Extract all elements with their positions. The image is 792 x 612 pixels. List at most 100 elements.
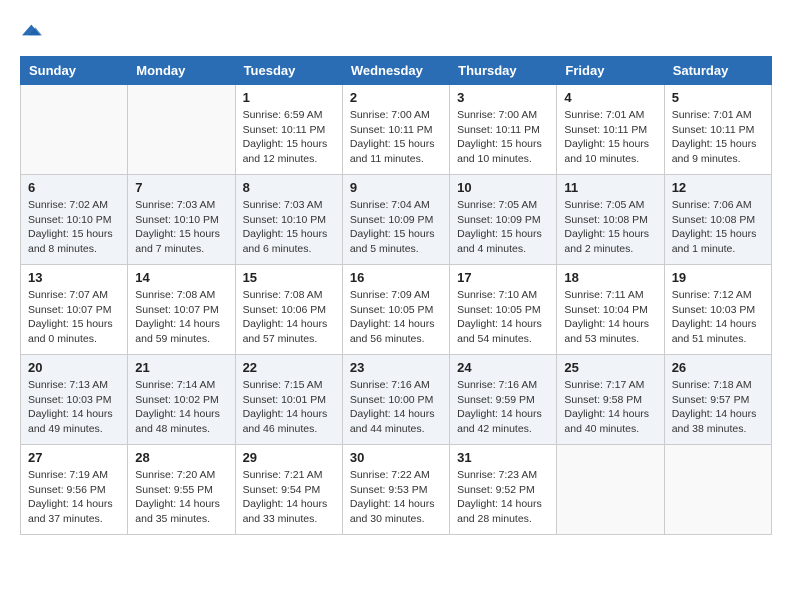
calendar-week-row: 27 Sunrise: 7:19 AM Sunset: 9:56 PM Dayli… (21, 445, 772, 535)
day-header-tuesday: Tuesday (235, 57, 342, 85)
calendar-cell: 21Sunrise: 7:14 AM Sunset: 10:02 PM Dayl… (128, 355, 235, 445)
day-number: 18 (564, 270, 656, 285)
calendar-cell: 10 Sunrise: 7:05 AM Sunset: 10:09 PM Dayl… (450, 175, 557, 265)
calendar-cell: 26 Sunrise: 7:18 AM Sunset: 9:57 PM Dayli… (664, 355, 771, 445)
calendar-cell: 25Sunrise: 7:17 AM Sunset: 9:58 PM Dayli… (557, 355, 664, 445)
calendar-cell: 11 Sunrise: 7:05 AM Sunset: 10:08 PM Dayl… (557, 175, 664, 265)
calendar-cell: 4 Sunrise: 7:01 AM Sunset: 10:11 PM Dayli… (557, 85, 664, 175)
day-info: Sunrise: 7:06 AM Sunset: 10:08 PM Daylig… (672, 198, 764, 257)
day-number: 30 (350, 450, 442, 465)
day-header-wednesday: Wednesday (342, 57, 449, 85)
day-info: Sunrise: 7:22 AM Sunset: 9:53 PM Dayligh… (350, 468, 442, 527)
calendar-week-row: 20Sunrise: 7:13 AM Sunset: 10:03 PM Dayl… (21, 355, 772, 445)
day-number: 26 (672, 360, 764, 375)
calendar-week-row: 13Sunrise: 7:07 AM Sunset: 10:07 PM Dayl… (21, 265, 772, 355)
day-info: Sunrise: 7:03 AM Sunset: 10:10 PM Daylig… (243, 198, 335, 257)
day-info: Sunrise: 7:01 AM Sunset: 10:11 PM Daylig… (564, 108, 656, 167)
day-info: Sunrise: 7:13 AM Sunset: 10:03 PM Daylig… (28, 378, 120, 437)
calendar-cell: 19 Sunrise: 7:12 AM Sunset: 10:03 PM Dayl… (664, 265, 771, 355)
day-info: Sunrise: 7:07 AM Sunset: 10:07 PM Daylig… (28, 288, 120, 347)
calendar-week-row: 6 Sunrise: 7:02 AM Sunset: 10:10 PM Dayli… (21, 175, 772, 265)
day-number: 12 (672, 180, 764, 195)
day-info: Sunrise: 7:08 AM Sunset: 10:06 PM Daylig… (243, 288, 335, 347)
day-number: 24 (457, 360, 549, 375)
day-info: Sunrise: 7:16 AM Sunset: 9:59 PM Dayligh… (457, 378, 549, 437)
calendar-cell: 7 Sunrise: 7:03 AM Sunset: 10:10 PM Dayli… (128, 175, 235, 265)
logo-icon (22, 20, 42, 40)
day-number: 16 (350, 270, 442, 285)
calendar-cell: 22 Sunrise: 7:15 AM Sunset: 10:01 PM Dayl… (235, 355, 342, 445)
day-number: 17 (457, 270, 549, 285)
day-info: Sunrise: 7:03 AM Sunset: 10:10 PM Daylig… (135, 198, 227, 257)
day-header-thursday: Thursday (450, 57, 557, 85)
day-info: Sunrise: 7:12 AM Sunset: 10:03 PM Daylig… (672, 288, 764, 347)
logo (20, 20, 42, 40)
day-info: Sunrise: 7:08 AM Sunset: 10:07 PM Daylig… (135, 288, 227, 347)
calendar-cell: 24 Sunrise: 7:16 AM Sunset: 9:59 PM Dayli… (450, 355, 557, 445)
calendar-cell: 17 Sunrise: 7:10 AM Sunset: 10:05 PM Dayl… (450, 265, 557, 355)
calendar-cell: 28 Sunrise: 7:20 AM Sunset: 9:55 PM Dayli… (128, 445, 235, 535)
day-info: Sunrise: 7:19 AM Sunset: 9:56 PM Dayligh… (28, 468, 120, 527)
calendar-cell: 3Sunrise: 7:00 AM Sunset: 10:11 PM Dayli… (450, 85, 557, 175)
day-number: 27 (28, 450, 120, 465)
day-number: 22 (243, 360, 335, 375)
day-header-sunday: Sunday (21, 57, 128, 85)
calendar-cell: 6 Sunrise: 7:02 AM Sunset: 10:10 PM Dayli… (21, 175, 128, 265)
day-number: 9 (350, 180, 442, 195)
day-info: Sunrise: 7:10 AM Sunset: 10:05 PM Daylig… (457, 288, 549, 347)
day-number: 5 (672, 90, 764, 105)
calendar-week-row: 1 Sunrise: 6:59 AM Sunset: 10:11 PM Dayli… (21, 85, 772, 175)
calendar-cell (557, 445, 664, 535)
day-number: 7 (135, 180, 227, 195)
day-header-friday: Friday (557, 57, 664, 85)
day-header-monday: Monday (128, 57, 235, 85)
day-number: 23 (350, 360, 442, 375)
calendar-cell: 5 Sunrise: 7:01 AM Sunset: 10:11 PM Dayli… (664, 85, 771, 175)
calendar-cell: 23 Sunrise: 7:16 AM Sunset: 10:00 PM Dayl… (342, 355, 449, 445)
day-number: 8 (243, 180, 335, 195)
day-info: Sunrise: 7:04 AM Sunset: 10:09 PM Daylig… (350, 198, 442, 257)
calendar-cell: 31 Sunrise: 7:23 AM Sunset: 9:52 PM Dayli… (450, 445, 557, 535)
day-header-saturday: Saturday (664, 57, 771, 85)
calendar-cell: 14Sunrise: 7:08 AM Sunset: 10:07 PM Dayl… (128, 265, 235, 355)
day-number: 1 (243, 90, 335, 105)
day-info: Sunrise: 7:15 AM Sunset: 10:01 PM Daylig… (243, 378, 335, 437)
calendar-header-row: SundayMondayTuesdayWednesdayThursdayFrid… (21, 57, 772, 85)
day-info: Sunrise: 7:20 AM Sunset: 9:55 PM Dayligh… (135, 468, 227, 527)
calendar-cell: 13Sunrise: 7:07 AM Sunset: 10:07 PM Dayl… (21, 265, 128, 355)
day-number: 29 (243, 450, 335, 465)
day-number: 28 (135, 450, 227, 465)
day-info: Sunrise: 7:05 AM Sunset: 10:08 PM Daylig… (564, 198, 656, 257)
day-info: Sunrise: 7:23 AM Sunset: 9:52 PM Dayligh… (457, 468, 549, 527)
calendar: SundayMondayTuesdayWednesdayThursdayFrid… (20, 56, 772, 535)
calendar-cell: 1 Sunrise: 6:59 AM Sunset: 10:11 PM Dayli… (235, 85, 342, 175)
day-info: Sunrise: 7:17 AM Sunset: 9:58 PM Dayligh… (564, 378, 656, 437)
day-number: 11 (564, 180, 656, 195)
day-info: Sunrise: 7:16 AM Sunset: 10:00 PM Daylig… (350, 378, 442, 437)
day-number: 4 (564, 90, 656, 105)
day-number: 3 (457, 90, 549, 105)
calendar-cell: 27 Sunrise: 7:19 AM Sunset: 9:56 PM Dayli… (21, 445, 128, 535)
day-number: 31 (457, 450, 549, 465)
day-info: Sunrise: 7:02 AM Sunset: 10:10 PM Daylig… (28, 198, 120, 257)
day-info: Sunrise: 7:11 AM Sunset: 10:04 PM Daylig… (564, 288, 656, 347)
calendar-cell: 15Sunrise: 7:08 AM Sunset: 10:06 PM Dayl… (235, 265, 342, 355)
day-number: 2 (350, 90, 442, 105)
calendar-cell: 8 Sunrise: 7:03 AM Sunset: 10:10 PM Dayli… (235, 175, 342, 265)
calendar-cell: 16 Sunrise: 7:09 AM Sunset: 10:05 PM Dayl… (342, 265, 449, 355)
day-number: 10 (457, 180, 549, 195)
calendar-cell: 20Sunrise: 7:13 AM Sunset: 10:03 PM Dayl… (21, 355, 128, 445)
day-number: 6 (28, 180, 120, 195)
calendar-cell: 9 Sunrise: 7:04 AM Sunset: 10:09 PM Dayli… (342, 175, 449, 265)
day-info: Sunrise: 6:59 AM Sunset: 10:11 PM Daylig… (243, 108, 335, 167)
calendar-cell: 2Sunrise: 7:00 AM Sunset: 10:11 PM Dayli… (342, 85, 449, 175)
day-info: Sunrise: 7:01 AM Sunset: 10:11 PM Daylig… (672, 108, 764, 167)
day-info: Sunrise: 7:05 AM Sunset: 10:09 PM Daylig… (457, 198, 549, 257)
calendar-cell (128, 85, 235, 175)
day-number: 19 (672, 270, 764, 285)
calendar-cell: 30 Sunrise: 7:22 AM Sunset: 9:53 PM Dayli… (342, 445, 449, 535)
calendar-cell (664, 445, 771, 535)
day-info: Sunrise: 7:21 AM Sunset: 9:54 PM Dayligh… (243, 468, 335, 527)
day-info: Sunrise: 7:18 AM Sunset: 9:57 PM Dayligh… (672, 378, 764, 437)
day-info: Sunrise: 7:09 AM Sunset: 10:05 PM Daylig… (350, 288, 442, 347)
